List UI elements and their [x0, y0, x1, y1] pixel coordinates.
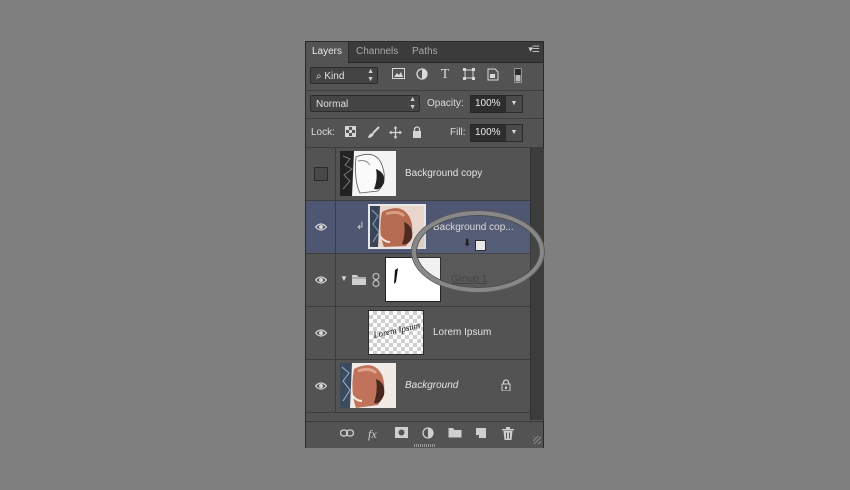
updown-arrows-icon: ▲ ▼ [367, 68, 374, 83]
blend-mode-value: Normal [316, 99, 349, 110]
fx-icon[interactable]: fx [368, 427, 377, 441]
visibility-column [306, 254, 336, 307]
shape-filter-icon[interactable] [462, 68, 476, 82]
opacity-input[interactable]: 100% [470, 95, 510, 113]
filter-row: ⌕ Kind ▲ ▼ T [306, 63, 543, 91]
folder-icon [351, 273, 367, 291]
adjustment-filter-icon[interactable] [415, 68, 429, 82]
panel-tab-bar: Layers Channels Paths ▾☰ [306, 42, 543, 63]
filter-kind-dropdown[interactable]: ⌕ Kind ▲ ▼ [310, 67, 378, 84]
blend-row: Normal ▲ ▼ Opacity: 100% ▼ [306, 91, 543, 119]
lock-all-icon[interactable] [410, 126, 424, 140]
lock-row: Lock: Fill: 100% ▼ [306, 119, 543, 148]
tab-paths[interactable]: Paths [406, 42, 444, 62]
link-layers-icon[interactable] [339, 427, 355, 441]
updown-arrows-icon: ▲ ▼ [409, 96, 416, 111]
expand-triangle-icon[interactable]: ▼ [340, 274, 348, 283]
blend-mode-dropdown[interactable]: Normal ▲ ▼ [310, 95, 420, 112]
eye-icon[interactable] [315, 274, 327, 286]
lock-transparent-icon[interactable] [343, 126, 357, 140]
visibility-column [306, 148, 336, 201]
visibility-column [306, 307, 336, 360]
new-layer-icon[interactable] [475, 427, 487, 441]
smart-object-filter-icon[interactable] [486, 68, 500, 82]
visibility-column [306, 201, 336, 254]
clipping-arrow-icon: ↲ [356, 221, 365, 232]
layer-thumbnail [340, 151, 396, 196]
layer-thumbnail: Lorem Ipsum [368, 310, 424, 355]
fill-label: Fill: [450, 127, 466, 138]
filter-toggle-icon[interactable] [511, 68, 525, 83]
layer-name: Background copy [405, 168, 483, 179]
visibility-column [306, 360, 336, 413]
adjustment-layer-icon[interactable] [422, 427, 434, 441]
layers-bottom-toolbar: fx [306, 421, 543, 448]
eye-icon[interactable] [315, 327, 327, 339]
layer-lock-icon [501, 378, 511, 396]
eye-icon[interactable] [315, 221, 327, 233]
add-mask-icon[interactable] [395, 427, 408, 441]
opacity-label: Opacity: [427, 98, 464, 109]
lock-label: Lock: [311, 127, 335, 138]
layer-row[interactable]: Background [306, 360, 530, 413]
fill-slider-button[interactable]: ▼ [505, 124, 523, 142]
resize-grip[interactable] [414, 444, 436, 447]
corner-resize-grip[interactable] [533, 436, 541, 444]
type-filter-icon[interactable]: T [438, 68, 452, 82]
image-filter-icon[interactable] [391, 68, 405, 82]
layer-row[interactable]: Lorem Ipsum Lorem Ipsum [306, 307, 530, 360]
thumbnail-text: Lorem Ipsum [372, 320, 421, 340]
tab-layers[interactable]: Layers [306, 42, 350, 63]
tab-channels[interactable]: Channels [350, 42, 404, 62]
lock-image-icon[interactable] [366, 126, 380, 140]
new-group-icon[interactable] [448, 427, 462, 441]
panel-menu-icon[interactable]: ▾☰ [528, 44, 540, 55]
layer-name: Lorem Ipsum [433, 327, 492, 338]
zoom-highlight-circle [412, 211, 544, 292]
fill-input[interactable]: 100% [470, 124, 510, 142]
lock-position-icon[interactable] [388, 126, 402, 140]
layer-name: Background [405, 380, 459, 391]
delete-layer-icon[interactable] [502, 427, 514, 441]
layer-thumbnail [340, 363, 396, 408]
filter-kind-label: Kind [324, 71, 345, 82]
layer-row[interactable]: Background copy [306, 148, 530, 201]
link-icon[interactable] [372, 273, 380, 292]
eye-icon[interactable] [315, 380, 327, 392]
layer-list-scrollbar[interactable] [530, 148, 544, 420]
opacity-slider-button[interactable]: ▼ [505, 95, 523, 113]
visibility-toggle-empty[interactable] [314, 167, 328, 181]
